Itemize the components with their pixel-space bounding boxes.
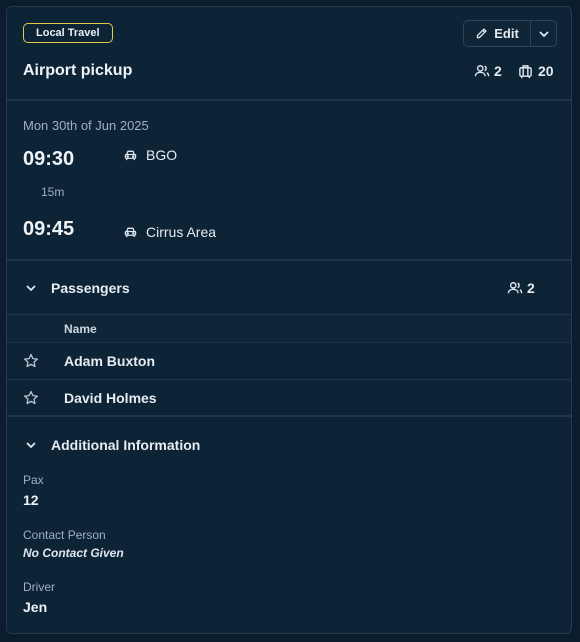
departure-time: 09:30: [23, 148, 75, 170]
contact-person-label: Contact Person: [23, 528, 106, 542]
pencil-icon: [477, 28, 487, 39]
passengers-toggle[interactable]: Passengers: [25, 280, 130, 296]
edit-button-group: Edit: [463, 20, 557, 47]
pax-value: 12: [23, 492, 39, 508]
arrival-time: 09:45: [23, 218, 75, 240]
car-icon: [124, 150, 137, 161]
more-actions-button[interactable]: [531, 21, 556, 46]
category-badge: Local Travel: [23, 23, 113, 43]
edit-button[interactable]: Edit: [464, 21, 530, 46]
trip-date: Mon 30th of Jun 2025: [23, 118, 149, 133]
passengers-table-header: Name: [7, 314, 571, 343]
departure-location-label: BGO: [146, 147, 178, 163]
car-icon: [124, 227, 137, 238]
contact-person-value: No Contact Given: [23, 546, 124, 560]
chevron-down-icon: [26, 285, 36, 291]
edit-button-label: Edit: [494, 26, 519, 41]
transfer-card: Local Travel Edit Airport pickup 2 20 Mo…: [6, 6, 572, 634]
trip-duration: 15m: [41, 185, 65, 199]
additional-info-toggle[interactable]: Additional Information: [25, 437, 200, 453]
departure-location: BGO: [124, 147, 177, 163]
star-icon[interactable]: [23, 353, 39, 369]
divider: [7, 415, 571, 417]
passengers-title: Passengers: [51, 280, 130, 296]
divider: [7, 259, 571, 261]
driver-value: Jen: [23, 599, 48, 615]
trip-title: Airport pickup: [23, 62, 133, 79]
chevron-down-icon: [539, 31, 548, 37]
arrival-location: Cirrus Area: [124, 224, 216, 240]
luggage-count: 20: [517, 63, 554, 79]
table-row[interactable]: David Holmes: [7, 380, 571, 417]
column-header-name[interactable]: Name: [64, 322, 97, 336]
passenger-name: David Holmes: [64, 390, 157, 406]
chevron-down-icon: [26, 442, 36, 448]
people-icon: [507, 282, 523, 294]
people-icon: [474, 65, 490, 77]
table-row[interactable]: Adam Buxton: [7, 343, 571, 380]
passenger-name: Adam Buxton: [64, 353, 155, 369]
passenger-count: 2: [507, 280, 535, 296]
luggage-icon: [519, 64, 532, 78]
star-icon[interactable]: [23, 390, 39, 406]
luggage-count-value: 20: [538, 63, 554, 79]
arrival-location-label: Cirrus Area: [146, 224, 217, 240]
passenger-count-value: 2: [527, 280, 535, 296]
additional-info-title: Additional Information: [51, 437, 201, 453]
people-count: 2: [474, 63, 502, 79]
pax-label: Pax: [23, 473, 44, 487]
people-count-value: 2: [494, 63, 502, 79]
divider: [7, 99, 571, 101]
driver-label: Driver: [23, 580, 55, 594]
